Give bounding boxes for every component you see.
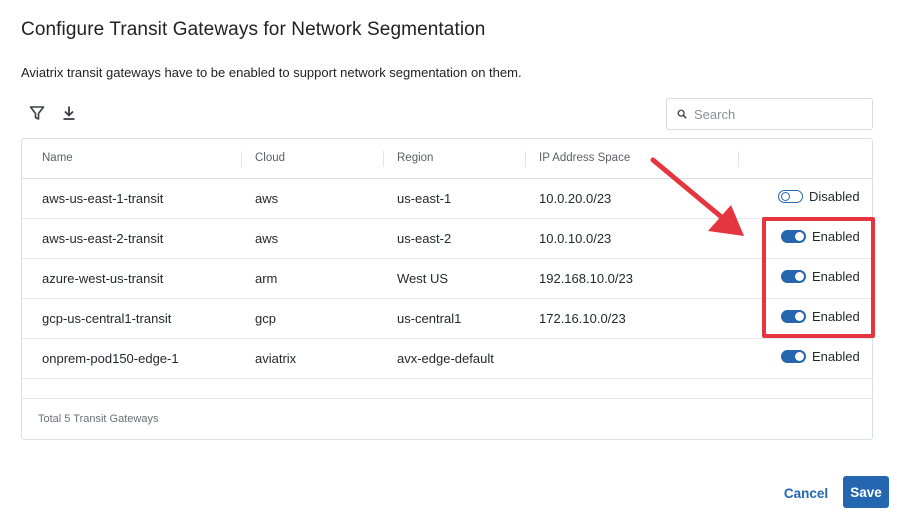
search-input[interactable] [694, 106, 864, 122]
download-icon[interactable] [60, 104, 78, 122]
gateway-region: avx-edge-default [397, 351, 494, 366]
gateway-cloud: aws [255, 191, 279, 206]
gateway-name: onprem-pod150-edge-1 [42, 351, 179, 366]
toggle-status-label: Disabled [809, 189, 860, 204]
gateway-cloud: gcp [255, 311, 276, 326]
gateway-region: us-east-1 [397, 191, 452, 206]
gateway-name: gcp-us-central1-transit [42, 311, 172, 326]
search-icon [677, 109, 687, 119]
gateway-cloud: aviatrix [255, 351, 297, 366]
toggle-switch[interactable] [781, 350, 806, 363]
configure-transit-dialog: Configure Transit Gateways for Network S… [0, 0, 897, 514]
column-header-cloud[interactable]: Cloud [255, 152, 285, 164]
annotation-highlight-box [762, 217, 875, 338]
gateway-cloud: aws [255, 231, 279, 246]
filter-icon[interactable] [28, 104, 46, 122]
gateway-region: us-east-2 [397, 231, 452, 246]
search-box [666, 98, 873, 130]
column-header-ip-address-space[interactable]: IP Address Space [539, 152, 630, 164]
segmentation-toggle[interactable]: Enabled [781, 349, 860, 364]
table-footer-count: Total 5 Transit Gateways [38, 413, 159, 425]
table-row: azure-west-us-transit arm West US 192.16… [22, 259, 872, 299]
gateway-region: West US [397, 271, 449, 286]
gateway-ip: 192.168.10.0/23 [539, 271, 633, 286]
toggle-switch[interactable] [778, 190, 803, 203]
gateway-cloud: arm [255, 271, 278, 286]
save-button[interactable]: Save [843, 476, 889, 508]
gateway-region: us-central1 [397, 311, 462, 326]
gateway-name: aws-us-east-2-transit [42, 231, 164, 246]
gateway-ip: 172.16.10.0/23 [539, 311, 626, 326]
table-spacer-row [22, 379, 872, 399]
gateway-name: aws-us-east-1-transit [42, 191, 164, 206]
cancel-button[interactable]: Cancel [778, 479, 834, 507]
gateway-name: azure-west-us-transit [42, 271, 164, 286]
column-header-name[interactable]: Name [42, 152, 73, 164]
segmentation-toggle[interactable]: Disabled [778, 189, 860, 204]
table-row: onprem-pod150-edge-1 aviatrix avx-edge-d… [22, 339, 872, 379]
annotation-arrow-icon [650, 157, 744, 236]
toggle-status-label: Enabled [812, 349, 860, 364]
table-row: gcp-us-central1-transit gcp us-central1 … [22, 299, 872, 339]
column-header-region[interactable]: Region [397, 152, 433, 164]
gateway-ip: 10.0.10.0/23 [539, 231, 612, 246]
dialog-subtitle: Aviatrix transit gateways have to be ena… [21, 65, 522, 80]
dialog-title: Configure Transit Gateways for Network S… [21, 19, 486, 40]
gateway-ip: 10.0.20.0/23 [539, 191, 612, 206]
